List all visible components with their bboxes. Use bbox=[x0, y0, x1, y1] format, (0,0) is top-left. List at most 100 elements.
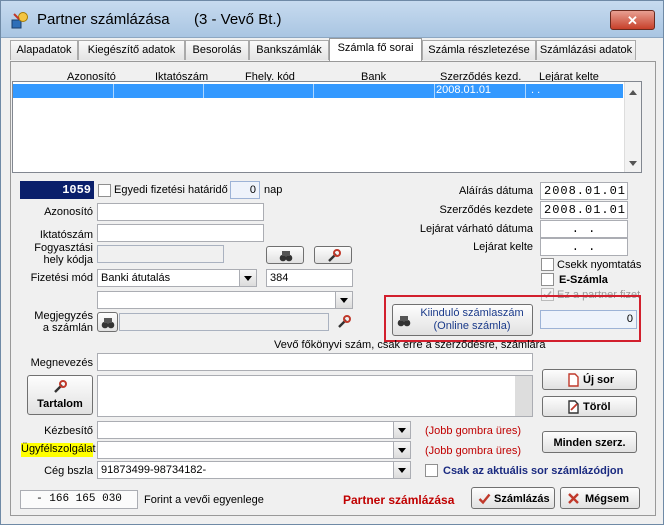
tab-bankszamlak[interactable]: Bankszámlák bbox=[249, 40, 329, 60]
tab-szamla-reszletezese[interactable]: Számla részletezése bbox=[422, 40, 536, 60]
kezbesito-label: Kézbesítő bbox=[44, 425, 93, 437]
new-document-icon bbox=[568, 373, 579, 387]
fizetesi-mod-label: Fizetési mód bbox=[30, 272, 93, 284]
window-title: Partner számlázása bbox=[37, 11, 170, 28]
megjegyzes-tools-button[interactable] bbox=[334, 313, 354, 331]
megjegyzes-label-2: a számlán bbox=[42, 322, 93, 334]
kezbesito-hint: (Jobb gombra üres) bbox=[425, 425, 521, 437]
tab-szamla-fo-sorai[interactable]: Számla fő sorai bbox=[329, 38, 422, 61]
tab-alapadatok[interactable]: Alapadatok bbox=[10, 40, 78, 60]
iktatoszam-label: Iktatószám bbox=[39, 229, 93, 241]
ugyfelszolgalat-select[interactable] bbox=[97, 441, 411, 459]
title-bar: Partner számlázása (3 - Vevő Bt.) ✕ bbox=[1, 1, 663, 38]
tab-kiegeszito-adatok[interactable]: Kiegészítő adatok bbox=[78, 40, 185, 60]
lejarat-kelte-label: Lejárat kelte bbox=[473, 241, 533, 253]
binoculars-icon bbox=[101, 318, 115, 329]
szerzodes-kezdete-label: Szerződés kezdete bbox=[439, 204, 533, 216]
ceg-bszla-value: 91873499-98734182- bbox=[101, 464, 207, 476]
lejarat-varhato-label: Lejárat várható dátuma bbox=[419, 223, 533, 235]
cell-lejarat: . . bbox=[531, 84, 541, 96]
szamlazas-label: Számlázás bbox=[494, 493, 550, 505]
eszamla-label: E-Számla bbox=[559, 274, 608, 286]
edit-document-icon bbox=[568, 400, 579, 414]
uj-sor-button[interactable]: Új sor bbox=[542, 369, 637, 390]
eszamla-checkbox[interactable] bbox=[541, 273, 554, 286]
lejarat-kelte-field[interactable]: . . bbox=[540, 238, 628, 256]
azonosito-label: Azonosító bbox=[44, 206, 93, 218]
binoculars-icon bbox=[397, 316, 411, 327]
app-icon bbox=[11, 12, 28, 29]
uj-sor-label: Új sor bbox=[583, 374, 615, 386]
balance-label: Forint a vevői egyenlege bbox=[144, 494, 264, 506]
cell-szerzodes-kezd: 2008.01.01 bbox=[436, 84, 492, 96]
tab-label: Számla fő sorai bbox=[337, 42, 414, 54]
kiindulo-szamlaszam-button[interactable]: Kiinduló számlaszám (Online számla) bbox=[392, 304, 533, 336]
close-button[interactable]: ✕ bbox=[610, 10, 655, 30]
kiindulo-value-field[interactable]: 0 bbox=[540, 310, 637, 329]
tab-label: Bankszámlák bbox=[256, 44, 322, 56]
fizetesi-mod-select[interactable]: Banki átutalás bbox=[97, 269, 257, 287]
egyedi-hatarido-label: Egyedi fizetési határidő bbox=[114, 184, 228, 196]
binoculars-icon bbox=[279, 251, 293, 262]
torol-button[interactable]: Töröl bbox=[542, 396, 637, 417]
azonosito-field[interactable] bbox=[97, 203, 264, 221]
scroll-up-icon[interactable] bbox=[629, 90, 637, 95]
megjegyzes-field[interactable] bbox=[119, 313, 329, 331]
csekk-checkbox[interactable] bbox=[541, 258, 554, 271]
grid-scrollbar[interactable] bbox=[624, 82, 641, 172]
megnevezes-field[interactable] bbox=[97, 353, 533, 371]
nap-label: nap bbox=[264, 184, 283, 196]
csekk-label: Csekk nyomtatás bbox=[557, 259, 642, 271]
table-row[interactable]: 2008.01.01 . . bbox=[13, 84, 623, 98]
tools-button[interactable] bbox=[314, 246, 352, 264]
generic-select[interactable] bbox=[97, 291, 353, 309]
torol-label: Töröl bbox=[583, 401, 611, 413]
egyedi-hatarido-field[interactable]: 0 bbox=[230, 181, 260, 199]
wrench-icon bbox=[338, 315, 351, 328]
egyedi-hatarido-checkbox[interactable] bbox=[98, 184, 111, 197]
close-icon: ✕ bbox=[627, 13, 638, 28]
textarea-scrollbar[interactable] bbox=[515, 376, 532, 416]
partner-billing-window: Partner számlázása (3 - Vevő Bt.) ✕ Alap… bbox=[0, 0, 664, 525]
iktatoszam-field[interactable] bbox=[97, 224, 264, 242]
szamlazas-button[interactable]: Számlázás bbox=[471, 487, 555, 509]
minden-szerz-label: Minden szerz. bbox=[553, 437, 626, 449]
minden-szerz-button[interactable]: Minden szerz. bbox=[542, 431, 637, 453]
fogyasztasi-hely-field[interactable] bbox=[97, 245, 224, 263]
vevo-fokonyvi-note: Vevő főkönyvi szám, csak erre a szerződé… bbox=[274, 339, 546, 351]
ceg-bszla-label: Cég bszla bbox=[44, 465, 93, 477]
tab-label: Alapadatok bbox=[16, 44, 72, 56]
chevron-down-icon[interactable] bbox=[393, 422, 410, 438]
megjegyzes-lookup-button[interactable] bbox=[97, 312, 118, 332]
ceg-bszla-select[interactable]: 91873499-98734182- bbox=[97, 461, 411, 479]
wrench-icon bbox=[54, 380, 67, 393]
tab-label: Számlázási adatok bbox=[539, 44, 633, 56]
scroll-down-icon[interactable] bbox=[629, 161, 637, 166]
szerzodes-kezdete-field[interactable]: 2008.01.01 bbox=[540, 201, 628, 219]
chevron-down-icon[interactable] bbox=[335, 292, 352, 308]
tartalom-label: Tartalom bbox=[37, 398, 83, 410]
chevron-down-icon[interactable] bbox=[239, 270, 256, 286]
fogyasztasi-label-1: Fogyasztási bbox=[34, 242, 93, 254]
csak-aktualis-checkbox[interactable] bbox=[425, 464, 438, 477]
csak-aktualis-label: Csak az aktuális sor számlázódjon bbox=[443, 465, 624, 477]
kezbesito-select[interactable] bbox=[97, 421, 411, 439]
kiindulo-line-2: (Online számla) bbox=[433, 320, 511, 332]
tartalom-textarea[interactable] bbox=[97, 375, 533, 417]
search-lookup-button[interactable] bbox=[266, 246, 304, 264]
tartalom-button[interactable]: Tartalom bbox=[27, 375, 93, 415]
fogyasztasi-label-2: hely kódja bbox=[43, 254, 93, 266]
tab-bar: Alapadatok Kiegészítő adatok Besorolás B… bbox=[10, 38, 660, 61]
megsem-button[interactable]: Mégsem bbox=[560, 487, 640, 509]
footer-partner-label: Partner számlázása bbox=[343, 493, 455, 507]
tab-szamlazasi-adatok[interactable]: Számlázási adatok bbox=[536, 40, 636, 60]
alairas-label: Aláírás dátuma bbox=[459, 185, 533, 197]
alairas-date-field[interactable]: 2008.01.01 bbox=[540, 182, 628, 200]
megjegyzes-label-1: Megjegyzés bbox=[34, 310, 93, 322]
tab-besorolas[interactable]: Besorolás bbox=[185, 40, 249, 60]
lejarat-varhato-field[interactable]: . . bbox=[540, 220, 628, 238]
fizetesi-code-field[interactable]: 384 bbox=[266, 269, 353, 287]
chevron-down-icon[interactable] bbox=[393, 442, 410, 458]
fizetesi-mod-value: Banki átutalás bbox=[101, 272, 171, 284]
chevron-down-icon[interactable] bbox=[393, 462, 410, 478]
